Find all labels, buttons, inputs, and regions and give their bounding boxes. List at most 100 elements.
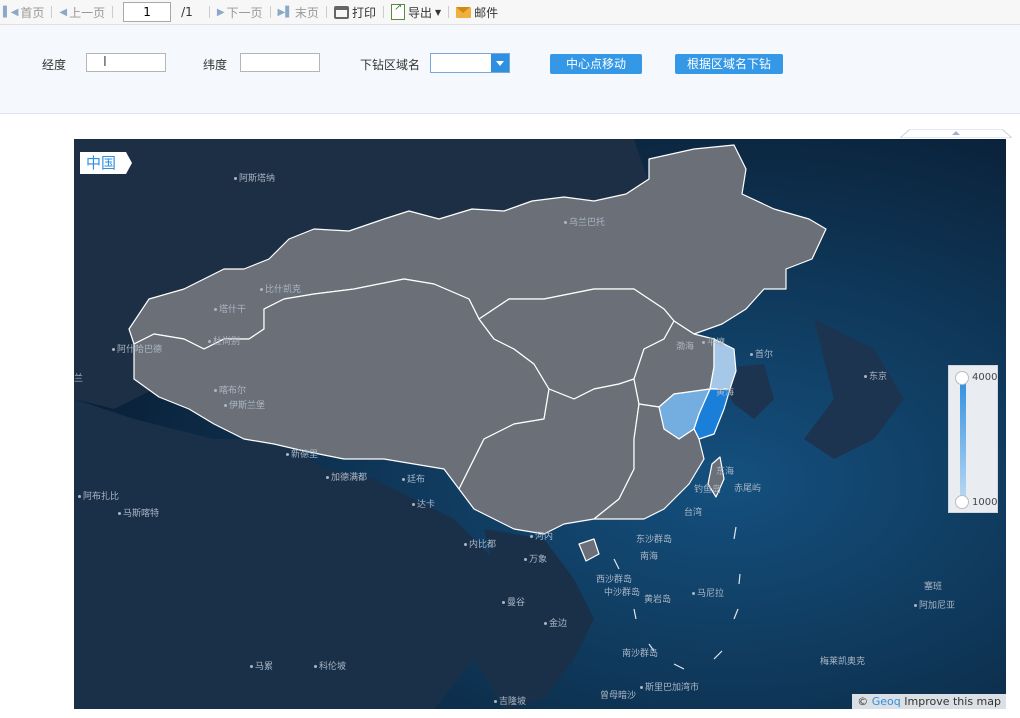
copyright-symbol: © bbox=[857, 695, 869, 708]
map-label: 台湾 bbox=[684, 508, 703, 518]
value-legend: 4000 1000 bbox=[948, 365, 998, 513]
map-label: 科伦坡 bbox=[314, 659, 346, 672]
map-label: 南海 bbox=[640, 552, 659, 562]
legend-min-handle[interactable] bbox=[955, 495, 969, 509]
map-label: 喀布尔 bbox=[214, 383, 246, 396]
map-label: 吉隆坡 bbox=[494, 694, 526, 707]
mail-label: 邮件 bbox=[474, 5, 499, 20]
prev-page-icon: ◀ bbox=[59, 6, 68, 18]
map-label: 南沙群岛 bbox=[622, 649, 659, 659]
breadcrumb-badge[interactable]: 中国 bbox=[80, 152, 133, 174]
map-label: 斯里巴加湾市 bbox=[640, 680, 699, 693]
map-label: 曼谷 bbox=[502, 595, 525, 608]
latitude-label: 纬度 bbox=[203, 58, 228, 72]
map-label: 阿布扎比 bbox=[78, 489, 119, 502]
region-label: 下钻区域名 bbox=[360, 58, 421, 72]
map-label: 东沙群岛 bbox=[636, 535, 673, 545]
export-icon bbox=[390, 2, 405, 20]
region-select[interactable] bbox=[430, 53, 510, 73]
map-label: 梅莱凯奥克 bbox=[820, 657, 866, 667]
map-label: 马累 bbox=[250, 659, 273, 672]
map-label: 乌兰巴托 bbox=[564, 215, 605, 228]
text-cursor-icon: I bbox=[103, 55, 107, 70]
prev-page-label: 上一页 bbox=[69, 5, 106, 20]
map-label: 加德满都 bbox=[326, 470, 367, 483]
map-attribution: © Geoq Improve this map bbox=[852, 694, 1006, 709]
page-number-input[interactable] bbox=[123, 2, 172, 22]
improve-map-link[interactable]: Improve this map bbox=[904, 695, 1001, 708]
map-label: 平壤 bbox=[702, 335, 725, 348]
map-label: 河内 bbox=[530, 529, 553, 542]
page-total: /1 bbox=[181, 5, 193, 19]
last-page-label: 末页 bbox=[294, 5, 319, 20]
collapse-panel-tab[interactable] bbox=[900, 129, 1012, 138]
next-page-button[interactable]: ▶ 下一页 bbox=[214, 0, 266, 24]
toolbar-separator bbox=[112, 6, 114, 18]
map-label: 阿加尼亚 bbox=[914, 598, 955, 611]
caret-down-icon: ▼ bbox=[434, 7, 442, 17]
geoq-link[interactable]: Geoq bbox=[872, 695, 901, 708]
map-label: 塔什干 bbox=[214, 302, 246, 315]
map-canvas bbox=[74, 139, 1006, 709]
printer-icon bbox=[333, 5, 349, 19]
map-label: 中沙群岛 bbox=[604, 588, 641, 598]
first-page-label: 首页 bbox=[20, 5, 45, 20]
mail-button[interactable]: 邮件 bbox=[453, 0, 501, 24]
first-page-button[interactable]: ▌◀ 首页 bbox=[0, 0, 47, 24]
drill-down-button[interactable]: 根据区域名下钻 bbox=[675, 54, 783, 74]
map-label: 阿斯塔纳 bbox=[234, 171, 275, 184]
print-label: 打印 bbox=[351, 5, 376, 20]
export-label: 导出 bbox=[407, 5, 432, 20]
toolbar-separator bbox=[51, 6, 53, 18]
next-page-icon: ▶ bbox=[216, 6, 225, 18]
map-label: 黄海 bbox=[716, 388, 735, 398]
map-label: 马斯喀特 bbox=[118, 506, 159, 519]
toolbar-separator bbox=[325, 6, 327, 18]
map-label: 伊斯兰堡 bbox=[224, 398, 265, 411]
map-label: 钓鱼岛 bbox=[694, 485, 722, 495]
map-label: 达卡 bbox=[412, 497, 435, 510]
china-map[interactable]: 中国 阿斯塔纳 乌兰巴托 比什凯克 塔什干 杜尚别 阿什哈巴德 喀布尔 伊斯兰堡… bbox=[74, 139, 1006, 709]
legend-min-value: 1000 bbox=[972, 497, 998, 508]
map-label: 黄岩岛 bbox=[644, 595, 672, 605]
map-label: 万象 bbox=[524, 552, 547, 565]
print-button[interactable]: 打印 bbox=[331, 0, 379, 24]
map-label: 赤尾屿 bbox=[734, 484, 762, 494]
mail-icon bbox=[456, 6, 472, 18]
map-label: 首尔 bbox=[750, 347, 773, 360]
toolbar-separator bbox=[208, 6, 210, 18]
map-label: 渤海 bbox=[676, 342, 695, 352]
map-label: 杜尚别 bbox=[208, 334, 240, 347]
legend-max-value: 4000 bbox=[972, 372, 998, 383]
map-label: 比什凯克 bbox=[260, 282, 301, 295]
legend-max-handle[interactable] bbox=[955, 371, 969, 385]
next-page-label: 下一页 bbox=[226, 5, 263, 20]
toolbar-separator bbox=[448, 6, 450, 18]
report-toolbar: ▌◀首页 ◀上一页 /1 ▶下一页 ▶▌末页 打印 导出▼ 邮件 bbox=[0, 0, 1020, 25]
latitude-input[interactable] bbox=[240, 53, 320, 72]
center-move-button[interactable]: 中心点移动 bbox=[550, 54, 642, 74]
longitude-label: 经度 bbox=[42, 58, 67, 72]
last-page-button[interactable]: ▶▌ 末页 bbox=[275, 0, 322, 24]
map-label: 新德里 bbox=[286, 447, 318, 460]
toolbar-separator bbox=[269, 6, 271, 18]
first-page-icon: ▌◀ bbox=[3, 6, 19, 18]
prev-page-button[interactable]: ◀ 上一页 bbox=[56, 0, 108, 24]
longitude-input[interactable]: I bbox=[86, 53, 166, 72]
parameter-panel: 经度 I 纬度 下钻区域名 中心点移动 根据区域名下钻 bbox=[0, 25, 1020, 138]
map-label: 塞班 bbox=[924, 582, 943, 592]
map-label: 西沙群岛 bbox=[596, 575, 633, 585]
map-label: 廷布 bbox=[402, 472, 425, 485]
map-label: 金边 bbox=[544, 616, 567, 629]
map-label: 内比都 bbox=[464, 537, 496, 550]
export-button[interactable]: 导出▼ bbox=[388, 0, 444, 24]
legend-gradient bbox=[960, 378, 966, 502]
last-page-icon: ▶▌ bbox=[277, 6, 293, 18]
map-label: 曾母暗沙 bbox=[600, 691, 637, 701]
chevron-down-icon[interactable] bbox=[491, 54, 509, 72]
map-label: 阿什哈巴德 bbox=[112, 342, 162, 355]
map-label: 东京 bbox=[864, 369, 887, 382]
map-label: 东海 bbox=[716, 467, 735, 477]
toolbar-separator bbox=[382, 6, 384, 18]
map-label: 马尼拉 bbox=[692, 586, 724, 599]
